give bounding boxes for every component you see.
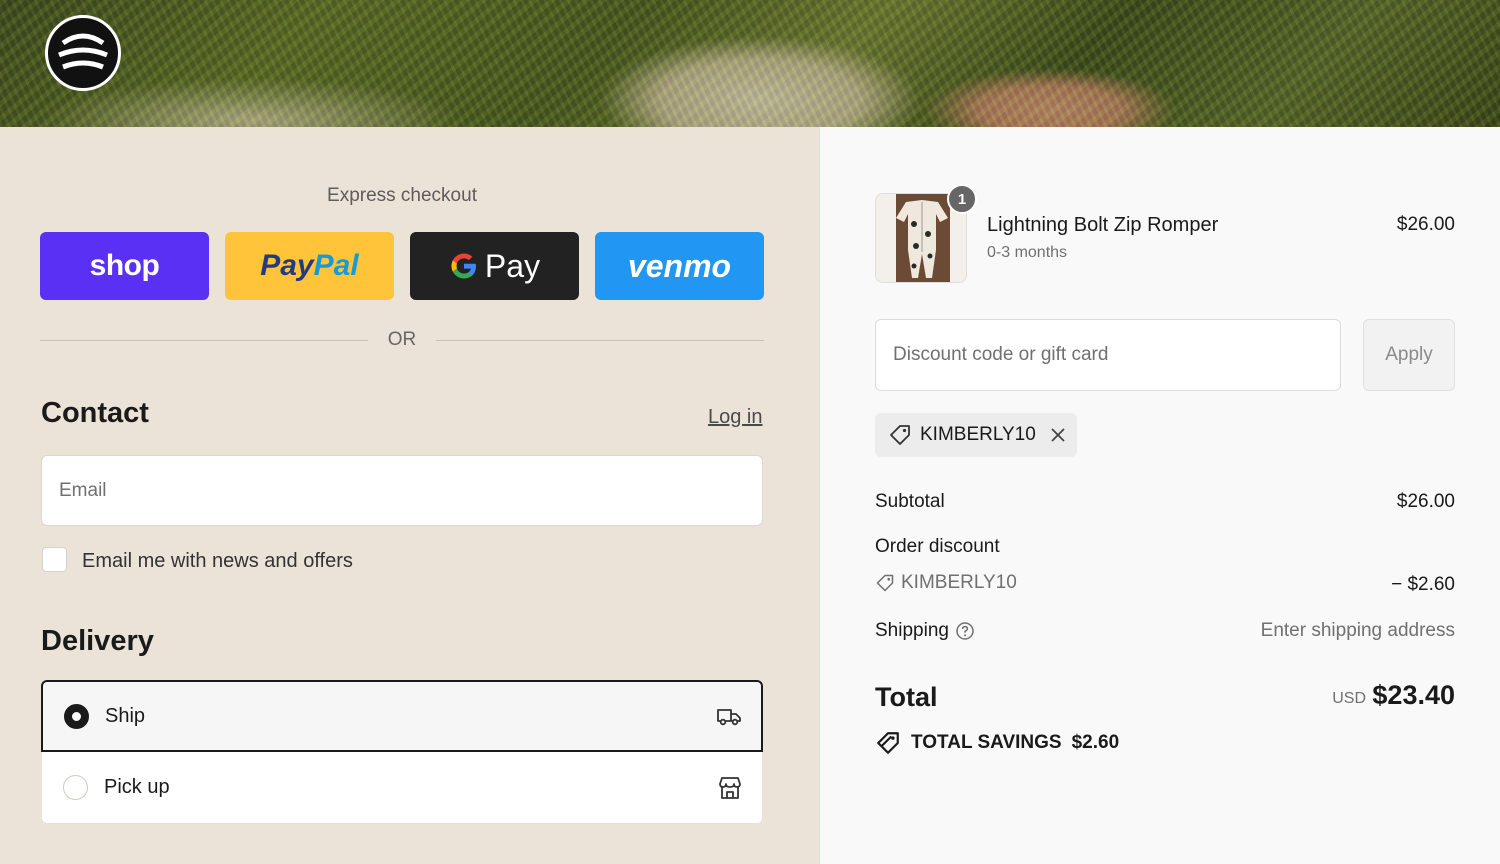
order-summary-panel: 1 Lightning Bolt Zip Romper 0-3 months $… <box>819 127 1500 864</box>
email-field[interactable] <box>41 455 763 526</box>
product-price: $26.00 <box>1396 214 1455 235</box>
apply-discount-button[interactable]: Apply <box>1363 319 1455 391</box>
discount-code-field[interactable] <box>875 319 1341 391</box>
order-discount-code-text: KIMBERLY10 <box>901 572 1017 593</box>
total-value: $23.40 <box>1372 680 1455 710</box>
divider-line-right <box>436 340 764 341</box>
google-g-icon <box>451 253 476 279</box>
banner-texture <box>0 0 1500 127</box>
shipping-value: Enter shipping address <box>1260 620 1455 641</box>
logo-mark-icon <box>53 23 113 83</box>
order-discount-code: KIMBERLY10 <box>875 572 1017 594</box>
question-circle-icon[interactable] <box>955 621 975 641</box>
total-savings: TOTAL SAVINGS $2.60 <box>875 730 1119 756</box>
shipping-label: Shipping <box>875 620 949 641</box>
delivery-option-pickup[interactable]: Pick up <box>41 752 763 824</box>
contact-heading: Contact <box>41 397 149 429</box>
ship-label: Ship <box>105 704 146 727</box>
savings-label: TOTAL SAVINGS <box>911 732 1062 753</box>
quantity-badge: 1 <box>947 184 977 214</box>
paypal-label-pay: Pay <box>260 249 314 282</box>
google-pay-label: Pay <box>484 247 541 284</box>
google-pay-button[interactable]: Pay <box>410 232 579 300</box>
delivery-options: Ship Pick up <box>41 680 763 824</box>
brand-logo[interactable] <box>45 15 121 91</box>
or-divider: OR <box>40 327 764 353</box>
shop-pay-label: shop <box>89 249 160 282</box>
or-text: OR <box>387 329 417 350</box>
applied-discount-chip: KIMBERLY10 <box>875 413 1077 457</box>
pickup-radio[interactable] <box>63 775 88 800</box>
product-name: Lightning Bolt Zip Romper <box>987 214 1219 236</box>
login-link[interactable]: Log in <box>708 406 763 429</box>
order-discount-label: Order discount <box>875 536 1000 557</box>
venmo-button[interactable]: venmo <box>595 232 764 300</box>
divider-line-left <box>40 340 368 341</box>
pickup-label: Pick up <box>104 776 170 798</box>
shipping-row-label: Shipping <box>875 620 975 642</box>
discount-tag-icon <box>876 574 894 592</box>
subtotal-value: $26.00 <box>1396 491 1455 512</box>
order-discount-value: − $2.60 <box>1391 574 1455 595</box>
paypal-button[interactable]: Pay Pal <box>225 232 394 300</box>
express-checkout-label: Express checkout <box>327 185 477 206</box>
total-label: Total <box>875 682 938 712</box>
tag-icon <box>890 425 910 445</box>
newsletter-label: Email me with news and offers <box>82 550 353 572</box>
header-banner <box>0 0 1500 127</box>
product-variant: 0-3 months <box>987 244 1068 261</box>
paypal-label-pal: Pal <box>313 249 359 282</box>
savings-tag-icon <box>877 732 899 754</box>
savings-value: $2.60 <box>1071 732 1120 753</box>
delivery-heading: Delivery <box>41 625 154 657</box>
shop-pay-button[interactable]: shop <box>40 232 209 300</box>
truck-icon <box>717 709 741 726</box>
applied-code-text: KIMBERLY10 <box>920 424 1036 445</box>
checkout-form-panel: Express checkout shop Pay Pal Pay venmo O… <box>0 127 819 864</box>
subtotal-label: Subtotal <box>875 491 945 512</box>
remove-code-icon[interactable] <box>1049 426 1067 444</box>
venmo-label: venmo <box>627 247 732 284</box>
delivery-option-ship[interactable]: Ship <box>41 680 763 752</box>
total-currency: USD <box>1332 690 1366 707</box>
store-icon <box>719 776 741 799</box>
ship-radio[interactable] <box>64 703 89 729</box>
newsletter-checkbox[interactable] <box>42 547 67 572</box>
